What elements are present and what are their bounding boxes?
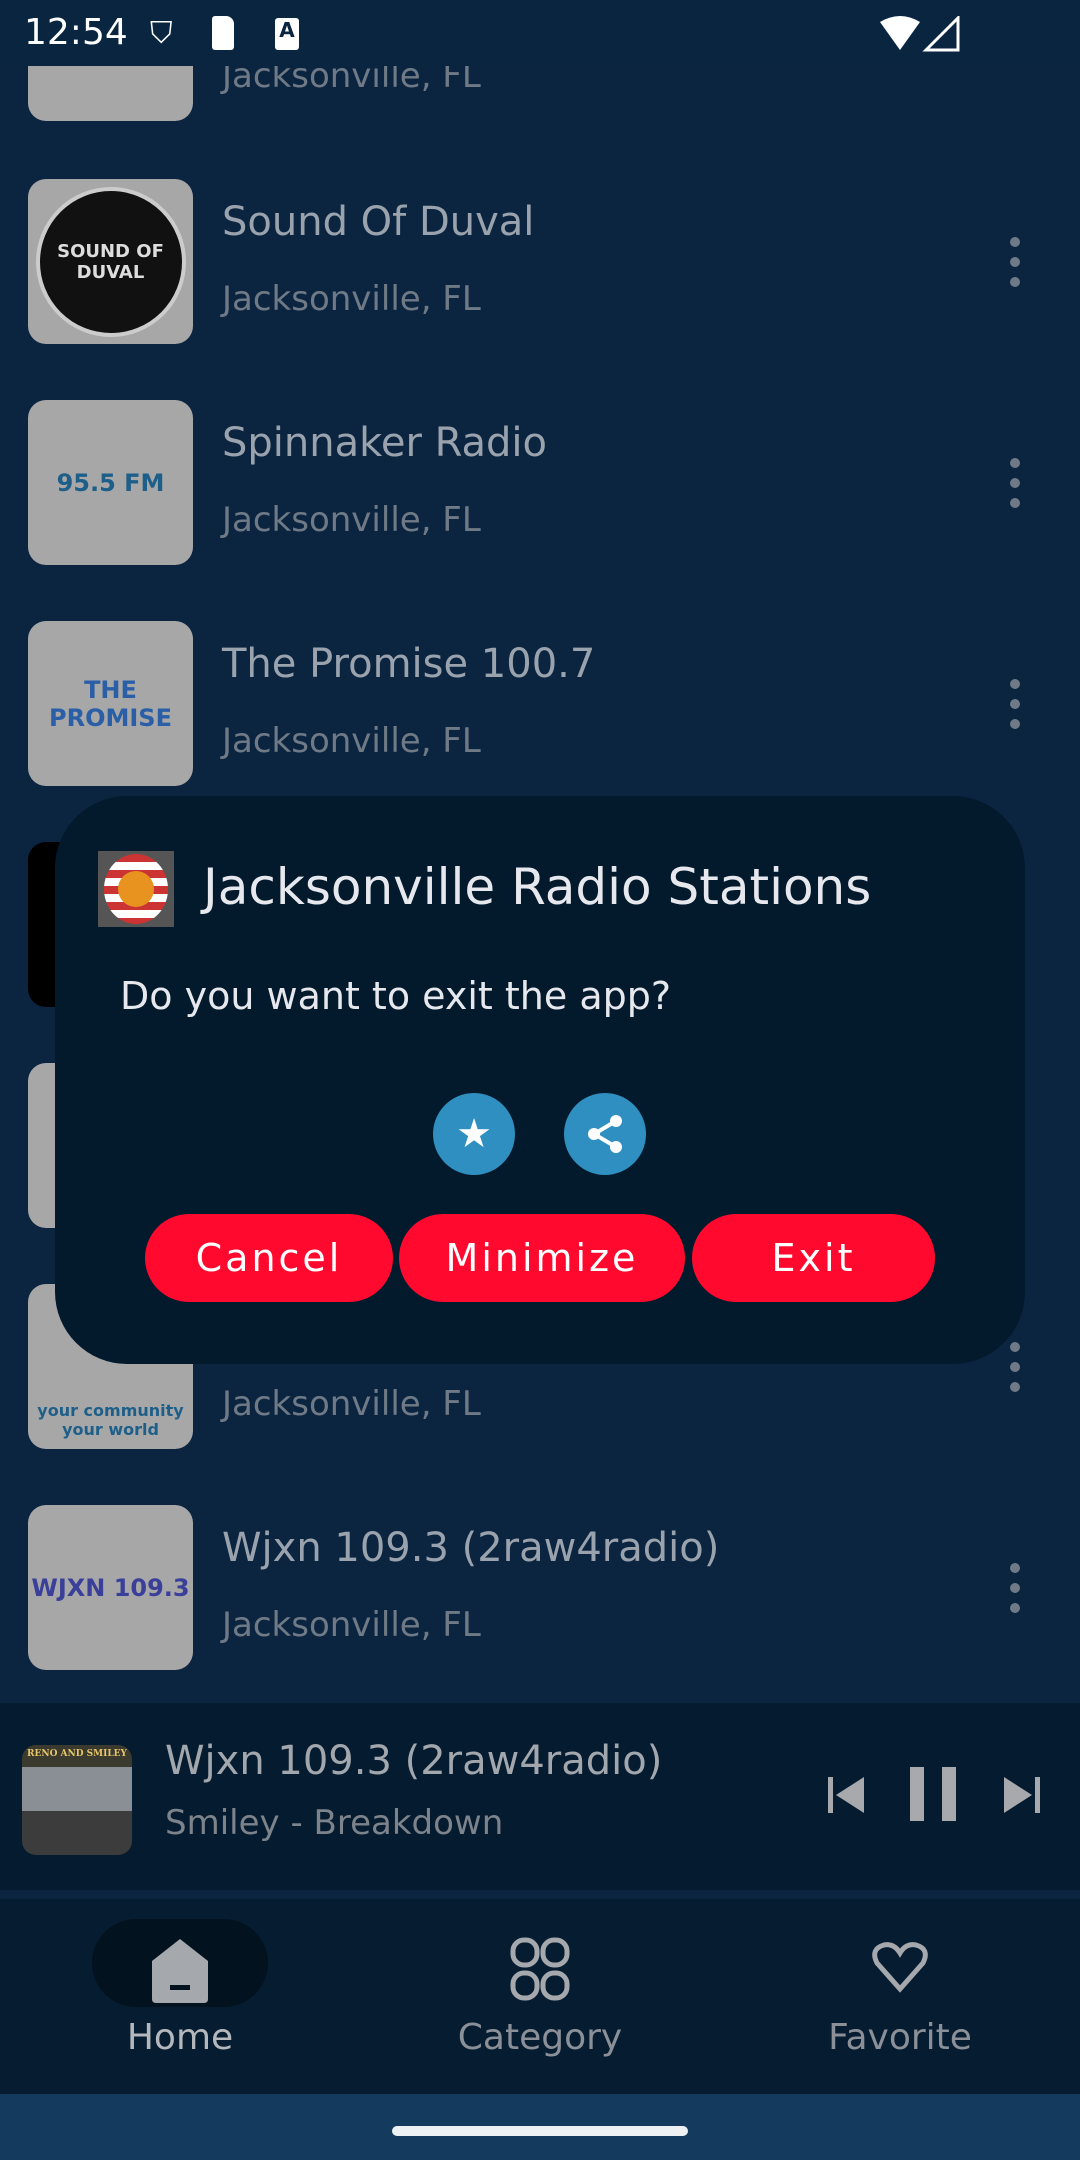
category-icon — [510, 1937, 570, 2001]
station-title: The Promise 100.7 — [222, 641, 596, 687]
station-logo: 95.5 FM — [28, 400, 193, 565]
nav-home[interactable]: Home — [0, 1899, 360, 2094]
font-a-icon: A — [275, 18, 299, 50]
star-icon: ★ — [456, 1111, 492, 1157]
status-time: 12:54 — [24, 12, 128, 53]
cancel-button[interactable]: Cancel — [145, 1214, 393, 1302]
wifi-signal-icons — [880, 16, 960, 52]
rate-star-button[interactable]: ★ — [433, 1093, 515, 1175]
station-location: Jacksonville, FL — [222, 1605, 481, 1645]
gesture-bar — [0, 2094, 1080, 2160]
station-title: Spinnaker Radio — [222, 420, 548, 466]
bottom-navigation: Home Category Favorite — [0, 1899, 1080, 2094]
next-button[interactable] — [1004, 1775, 1040, 1815]
sd-card-icon — [212, 16, 234, 50]
nav-category-label: Category — [457, 2017, 623, 2058]
minimize-button[interactable]: Minimize — [399, 1214, 685, 1302]
nav-favorite-label: Favorite — [828, 2017, 972, 2058]
now-playing-subtitle: Smiley - Breakdown — [165, 1803, 504, 1843]
status-bar: 12:54 ⛉ A — [0, 0, 1080, 66]
home-icon — [152, 1939, 208, 2003]
station-row[interactable]: 95.5 FM Spinnaker Radio Jacksonville, FL — [0, 400, 1080, 620]
more-options-icon[interactable] — [1005, 679, 1025, 729]
wifi-icon — [880, 16, 920, 50]
nav-category[interactable]: Category — [360, 1899, 720, 2094]
pause-button[interactable] — [910, 1767, 958, 1821]
station-row[interactable]: WJXN 109.3 Wjxn 109.3 (2raw4radio) Jacks… — [0, 1505, 1080, 1725]
exit-dialog: Jacksonville Radio Stations Do you want … — [55, 796, 1025, 1364]
station-location: Jacksonville, FL — [222, 500, 481, 540]
signal-icon — [922, 16, 960, 52]
station-location: Jacksonville, FL — [222, 1384, 481, 1424]
shield-icon: ⛉ — [150, 16, 173, 51]
dialog-message: Do you want to exit the app? — [120, 974, 672, 1018]
station-title: Sound Of Duval — [222, 199, 535, 245]
more-options-icon[interactable] — [1005, 1342, 1025, 1392]
more-options-icon[interactable] — [1005, 1563, 1025, 1613]
more-options-icon[interactable] — [1005, 237, 1025, 287]
station-location: Jacksonville, FL — [222, 721, 481, 761]
dialog-title: Jacksonville Radio Stations — [203, 858, 872, 916]
station-logo: THE PROMISE — [28, 621, 193, 786]
exit-button[interactable]: Exit — [692, 1214, 935, 1302]
previous-button[interactable] — [828, 1775, 864, 1815]
nav-home-label: Home — [126, 2017, 234, 2058]
station-location: Jacksonville, FL — [222, 279, 481, 319]
station-logo: WJXN 109.3 — [28, 1505, 193, 1670]
mini-player[interactable]: RENO AND SMILEY Wjxn 109.3 (2raw4radio) … — [0, 1703, 1080, 1890]
share-icon — [588, 1115, 622, 1153]
station-row[interactable]: SOUND OF DUVAL Sound Of Duval Jacksonvil… — [0, 179, 1080, 399]
more-options-icon[interactable] — [1005, 458, 1025, 508]
share-button[interactable] — [564, 1093, 646, 1175]
home-gesture-handle[interactable] — [392, 2126, 688, 2136]
now-playing-title: Wjxn 109.3 (2raw4radio) — [165, 1738, 663, 1784]
now-playing-artwork: RENO AND SMILEY — [22, 1745, 132, 1855]
artwork-text: RENO AND SMILEY — [27, 1749, 127, 1759]
heart-icon — [872, 1942, 928, 1993]
app-logo — [98, 851, 174, 927]
station-title: Wjxn 109.3 (2raw4radio) — [222, 1525, 720, 1571]
station-logo: SOUND OF DUVAL — [28, 179, 193, 344]
nav-favorite[interactable]: Favorite — [720, 1899, 1080, 2094]
